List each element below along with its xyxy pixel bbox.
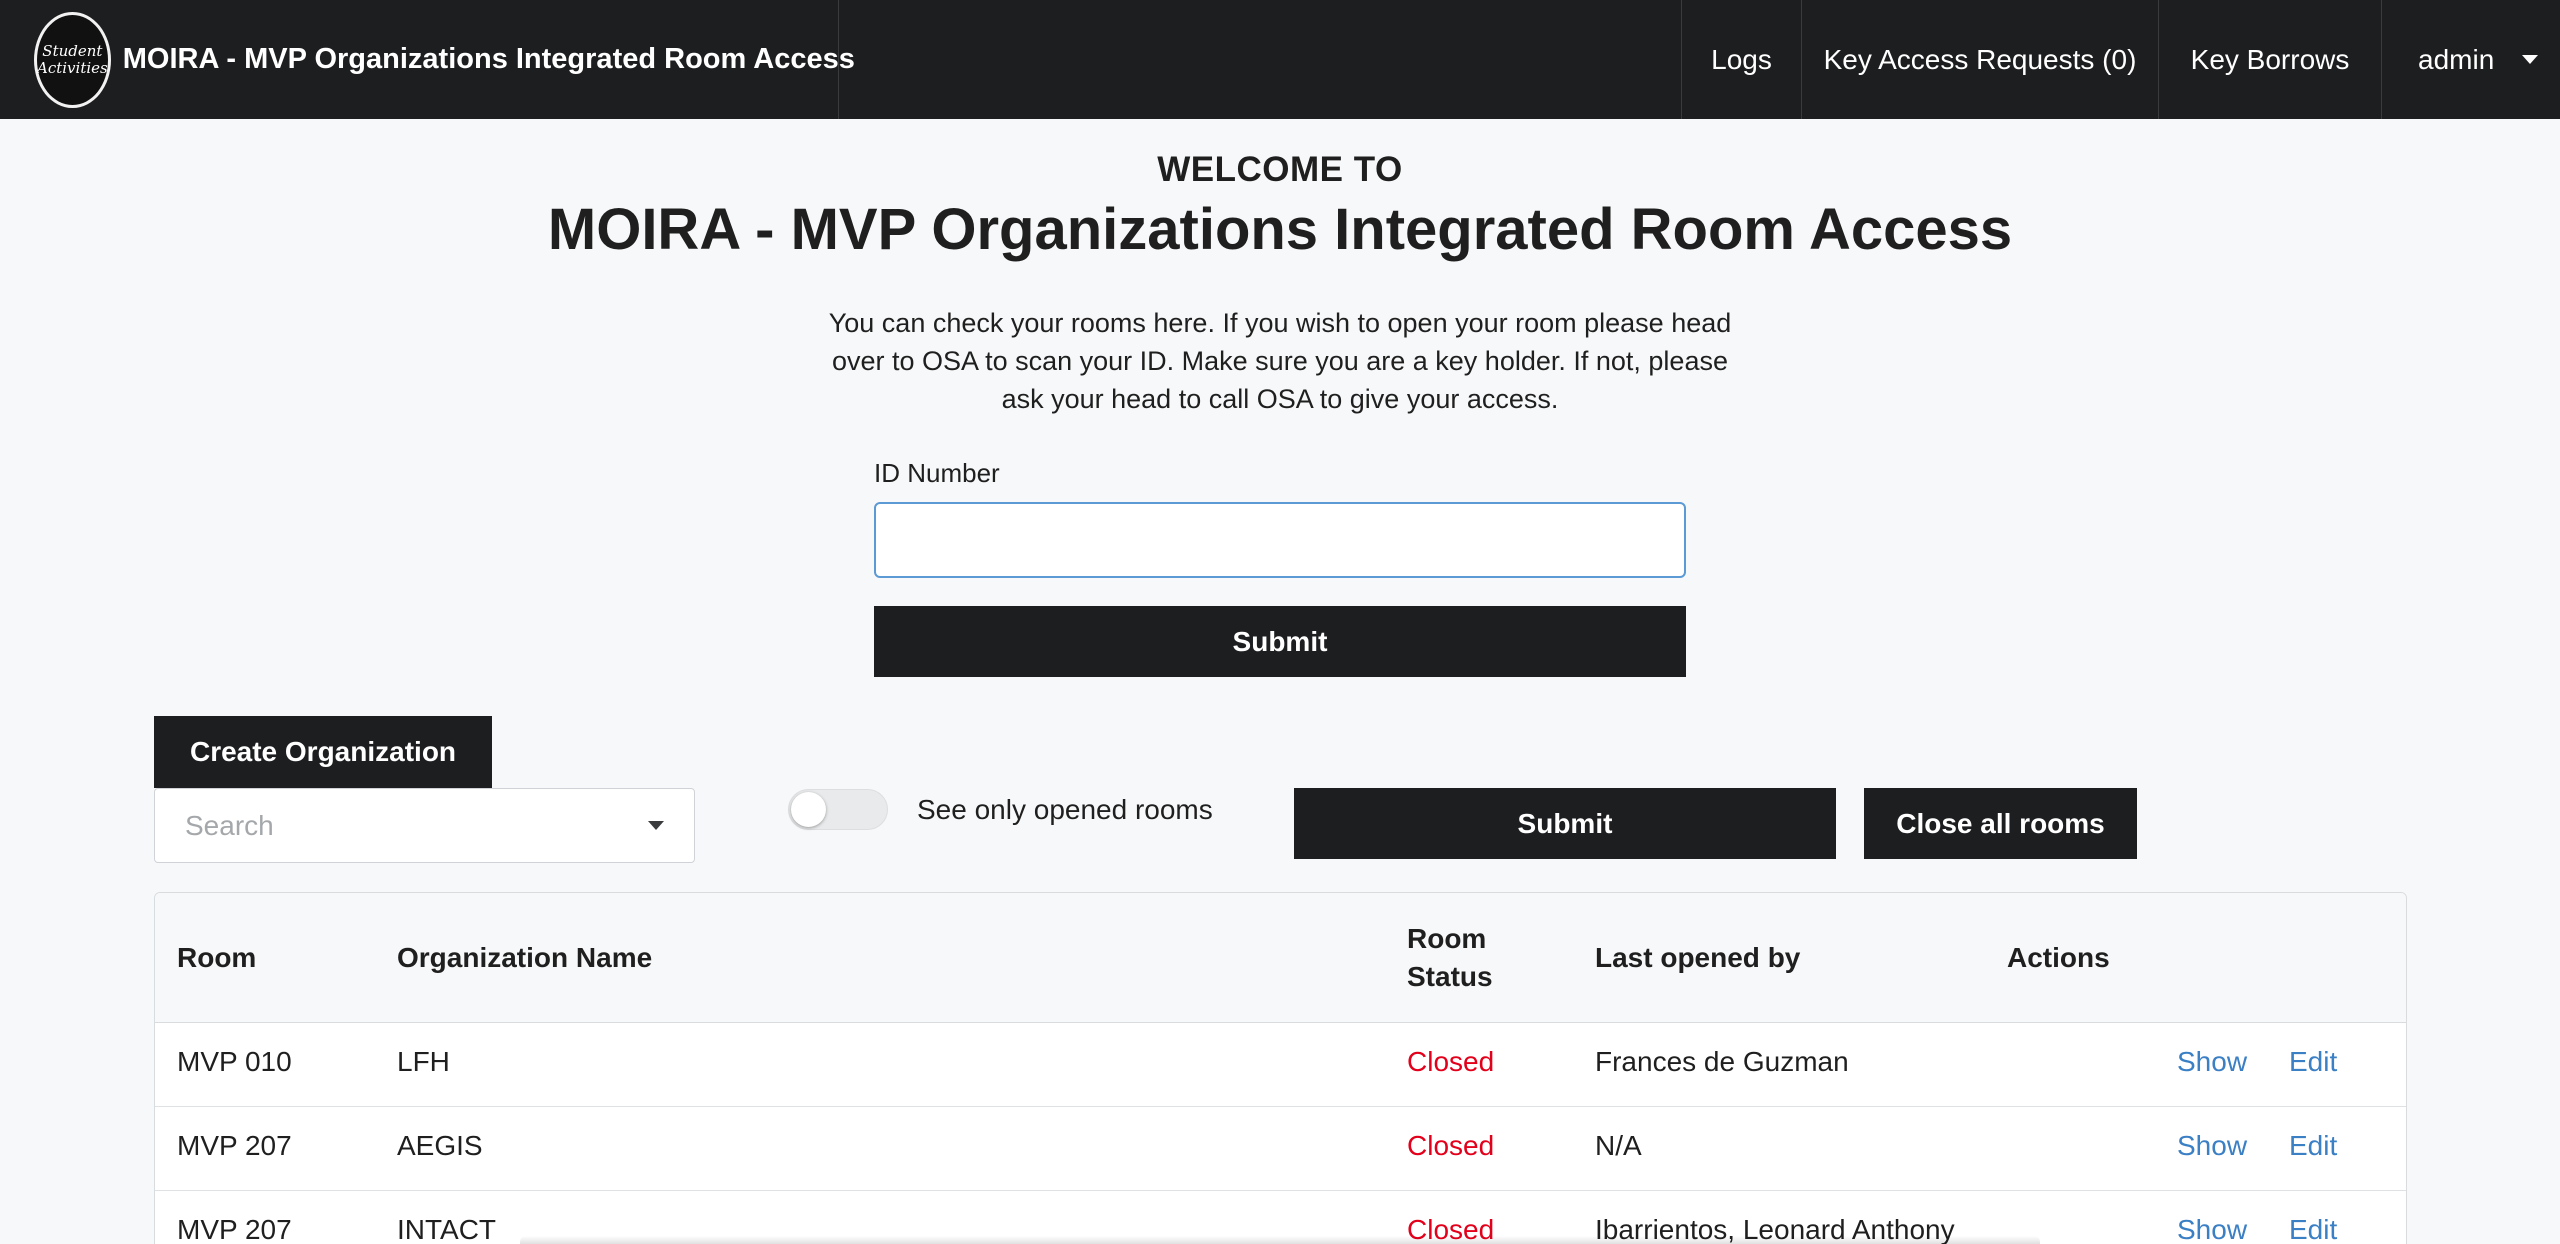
nav-key-borrows[interactable]: Key Borrows xyxy=(2158,0,2381,119)
brand-title[interactable]: MOIRA - MVP Organizations Integrated Roo… xyxy=(123,43,855,76)
cell-room: MVP 207 xyxy=(177,1214,292,1244)
id-submit-button[interactable]: Submit xyxy=(874,606,1686,677)
header-room-status-line2: Status xyxy=(1407,961,1493,992)
logo-text: Student Activities xyxy=(37,41,108,77)
opened-rooms-toggle[interactable] xyxy=(788,789,888,830)
filter-submit-button[interactable]: Submit xyxy=(1294,788,1836,859)
admin-dropdown[interactable]: admin xyxy=(2381,0,2560,119)
table-row: MVP 010 LFH Closed Frances de Guzman Sho… xyxy=(155,1023,2406,1107)
cell-room: MVP 010 xyxy=(177,1046,292,1077)
show-link[interactable]: Show xyxy=(2177,1046,2247,1078)
bottom-overlay-shadow xyxy=(520,1236,2040,1244)
edit-link[interactable]: Edit xyxy=(2289,1130,2337,1162)
table-header: Room Organization Name Room Status Last … xyxy=(155,893,2406,1023)
welcome-heading: WELCOME TO xyxy=(1157,150,1403,189)
opened-rooms-toggle-label: See only opened rooms xyxy=(917,794,1213,825)
rooms-table: Room Organization Name Room Status Last … xyxy=(154,892,2407,1244)
header-room-status-line1: Room xyxy=(1407,923,1487,954)
nav-logs[interactable]: Logs xyxy=(1681,0,1801,119)
cell-organization: INTACT xyxy=(397,1214,497,1244)
edit-link[interactable]: Edit xyxy=(2289,1046,2337,1078)
chevron-down-icon xyxy=(648,821,664,830)
header-room-status: Room Status xyxy=(1407,920,1493,996)
create-organization-button[interactable]: Create Organization xyxy=(154,716,492,788)
intro-text: You can check your rooms here. If you wi… xyxy=(828,308,1732,414)
header-actions: Actions xyxy=(2007,942,2110,973)
show-link[interactable]: Show xyxy=(2177,1214,2247,1244)
table-row: MVP 207 AEGIS Closed N/A Show Edit xyxy=(155,1107,2406,1191)
id-number-input[interactable] xyxy=(874,502,1686,578)
cell-last-opened-by: Frances de Guzman xyxy=(1595,1046,1849,1077)
organization-search-select[interactable]: Search xyxy=(154,788,695,863)
header-room: Room xyxy=(177,942,257,973)
search-placeholder: Search xyxy=(185,809,274,841)
header-last-opened-by: Last opened by xyxy=(1595,942,1801,973)
page-title: MOIRA - MVP Organizations Integrated Roo… xyxy=(547,197,2013,262)
header-organization-name: Organization Name xyxy=(397,942,653,973)
brand[interactable]: Student Activities MOIRA - MVP Organizat… xyxy=(0,0,855,119)
nav-key-access-requests[interactable]: Key Access Requests (0) xyxy=(1801,0,2158,119)
show-link[interactable]: Show xyxy=(2177,1130,2247,1162)
cell-room-status: Closed xyxy=(1407,1046,1495,1077)
cell-organization: AEGIS xyxy=(397,1130,483,1161)
admin-label: admin xyxy=(2418,43,2495,75)
id-number-label: ID Number xyxy=(874,458,1000,488)
close-all-rooms-button[interactable]: Close all rooms xyxy=(1864,788,2137,859)
edit-link[interactable]: Edit xyxy=(2289,1214,2337,1244)
cell-last-opened-by: N/A xyxy=(1595,1130,1642,1161)
chevron-down-icon xyxy=(2522,55,2539,64)
top-navbar: Student Activities MOIRA - MVP Organizat… xyxy=(0,0,2560,119)
cell-organization: LFH xyxy=(397,1046,450,1077)
cell-room-status: Closed xyxy=(1407,1130,1495,1161)
toggle-knob xyxy=(791,792,826,827)
cell-room: MVP 207 xyxy=(177,1130,292,1161)
student-activities-logo: Student Activities xyxy=(34,11,111,108)
navbar-spacer xyxy=(839,0,1681,119)
